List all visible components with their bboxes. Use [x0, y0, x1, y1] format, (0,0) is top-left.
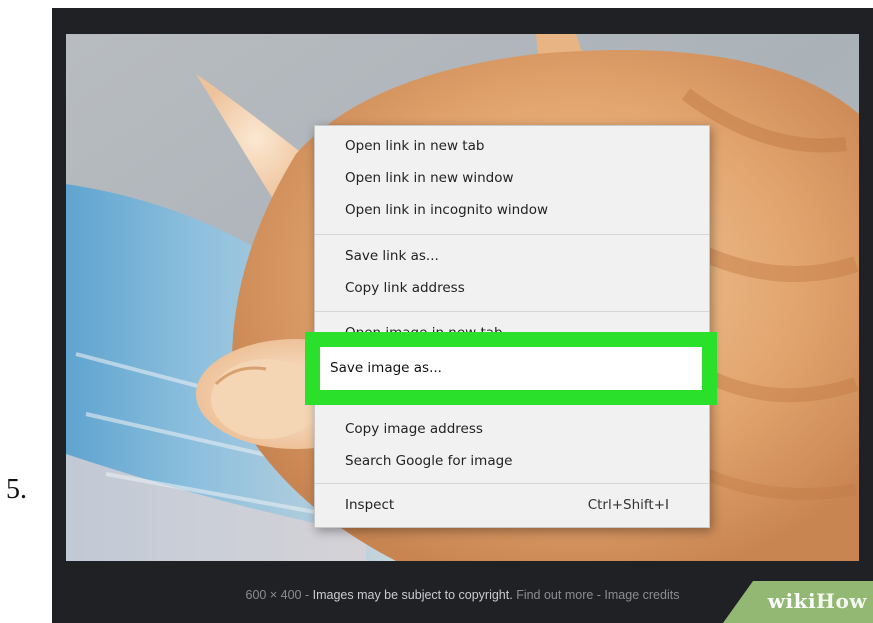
- find-out-more-link[interactable]: Find out more: [513, 588, 593, 602]
- wikihow-watermark: wikiHow: [723, 581, 873, 623]
- menu-item-inspect[interactable]: Inspect Ctrl+Shift+I: [345, 492, 679, 518]
- menu-item-open-link-new-window[interactable]: Open link in new window: [345, 165, 679, 191]
- menu-item-copy-image-address[interactable]: Copy image address: [345, 416, 679, 442]
- watermark-how: How: [816, 589, 867, 613]
- menu-item-open-link-incognito[interactable]: Open link in incognito window: [345, 197, 679, 223]
- watermark-wiki: wiki: [767, 589, 817, 613]
- menu-separator: [315, 234, 709, 235]
- inspect-shortcut: Ctrl+Shift+I: [587, 497, 669, 513]
- menu-item-inspect-label: Inspect: [345, 497, 395, 513]
- menu-separator: [315, 483, 709, 484]
- menu-separator: [315, 311, 709, 312]
- caption-separator: -: [301, 588, 313, 602]
- image-dimensions: 600 × 400: [245, 588, 302, 602]
- menu-item-search-google-for-image[interactable]: Search Google for image: [345, 448, 679, 474]
- caption-separator: -: [593, 588, 605, 602]
- menu-item-open-link-new-tab[interactable]: Open link in new tab: [345, 133, 679, 159]
- image-viewer: 600 × 400 - Images may be subject to cop…: [52, 8, 873, 623]
- copyright-notice: Images may be subject to copyright.: [312, 588, 513, 602]
- menu-item-save-image-as[interactable]: Save image as...: [320, 347, 702, 390]
- step-number: 5.: [6, 474, 27, 505]
- highlight-box: Save image as...: [305, 332, 717, 405]
- image-credits-link[interactable]: Image credits: [604, 588, 679, 602]
- context-menu: Open link in new tab Open link in new wi…: [314, 125, 710, 528]
- menu-item-save-link-as[interactable]: Save link as...: [345, 243, 679, 269]
- menu-item-copy-link-address[interactable]: Copy link address: [345, 275, 679, 301]
- watermark-logo: wikiHow: [768, 589, 867, 613]
